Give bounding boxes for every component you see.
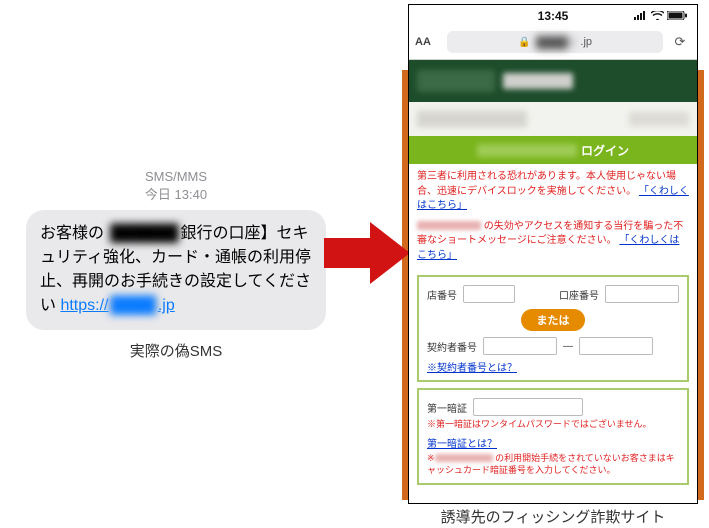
site-logo-blurred xyxy=(417,70,495,92)
input-contract-number-2[interactable] xyxy=(579,337,653,355)
store-account-row: 店番号 口座番号 xyxy=(427,285,679,303)
warning-2: の失効やアクセスを通知する当行を騙った不審なショートメッセージにご注意ください。… xyxy=(417,220,689,264)
phone-caption: 誘導先のフィッシング詐欺サイト xyxy=(408,506,698,527)
input-contract-number-1[interactable] xyxy=(483,337,557,355)
warning-2-blurred xyxy=(417,221,481,230)
sms-body-prefix: お客様の xyxy=(40,225,108,242)
phone-mockup: 13:45 AA 🔒 ████ .jp ⟳ xyxy=(408,4,698,504)
status-bar: 13:45 xyxy=(409,5,697,27)
label-first-pin: 第一暗証 xyxy=(427,400,467,415)
input-account-number[interactable] xyxy=(605,285,679,303)
login-title-blurred xyxy=(477,144,577,157)
sms-meta-time: 今日 13:40 xyxy=(145,187,207,202)
wifi-icon xyxy=(651,9,664,23)
url-pill[interactable]: 🔒 ████ .jp xyxy=(447,31,663,53)
contract-dash: — xyxy=(563,341,573,352)
input-store-number[interactable] xyxy=(463,285,515,303)
warning-1-text: 第三者に利用される恐れがあります。本人使用じゃない場合、迅速にデバイスロックを実… xyxy=(417,171,676,197)
site-subheader xyxy=(409,102,697,136)
battery-icon xyxy=(667,9,687,23)
decorative-bar-right xyxy=(698,70,704,500)
help-contract-number[interactable]: ※契約者番号とは？ xyxy=(427,359,517,374)
subheader-right-blurred xyxy=(629,112,689,126)
warning-area: 第三者に利用される恐れがあります。本人使用じゃない場合、迅速にデバイスロックを実… xyxy=(409,164,697,271)
sms-body-blurred: ██████ xyxy=(108,225,180,242)
browser-url-bar: AA 🔒 ████ .jp ⟳ xyxy=(409,27,697,60)
sms-link-suffix: .jp xyxy=(158,297,175,314)
help-first-pin[interactable]: 第一暗証とは？ xyxy=(427,435,497,450)
label-account-number: 口座番号 xyxy=(559,287,599,302)
pin-note-1: ※第一暗証はワンタイムパスワードではございません。 xyxy=(427,418,679,431)
url-domain-suffix: .jp xyxy=(580,36,592,48)
input-first-pin[interactable] xyxy=(473,398,583,416)
login-panel-1: 店番号 口座番号 または 契約者番号 — ※契約者番号とは？ xyxy=(417,275,689,382)
sms-phishing-link[interactable]: https://████.jp xyxy=(60,297,174,314)
warning-1: 第三者に利用される恐れがあります。本人使用じゃない場合、迅速にデバイスロックを実… xyxy=(417,170,689,214)
login-title-bar: ログイン xyxy=(409,136,697,164)
site-header xyxy=(409,60,697,102)
lock-icon: 🔒 xyxy=(518,37,530,48)
signal-icon xyxy=(634,9,648,23)
sms-caption: 実際の偽SMS xyxy=(26,340,326,361)
sms-meta: SMS/MMS 今日 13:40 xyxy=(26,168,326,204)
subheader-left-blurred xyxy=(417,111,527,127)
label-contract-number: 契約者番号 xyxy=(427,339,477,354)
label-store-number: 店番号 xyxy=(427,287,457,302)
sms-link-prefix: https:// xyxy=(60,297,108,314)
pin-row: 第一暗証 xyxy=(427,398,679,416)
pin-note-2: ※ の利用開始手続をされていないお客さまはキャッシュカード暗証番号を入力してくだ… xyxy=(427,452,679,477)
reload-icon[interactable]: ⟳ xyxy=(669,34,691,50)
contract-row: 契約者番号 — xyxy=(427,337,679,355)
figure: SMS/MMS 今日 13:40 お客様の ██████銀行の口座】セキュリティ… xyxy=(0,0,709,528)
sms-block: SMS/MMS 今日 13:40 お客様の ██████銀行の口座】セキュリティ… xyxy=(26,168,326,361)
sms-meta-type: SMS/MMS xyxy=(145,169,207,184)
status-indicators xyxy=(627,9,687,23)
sms-link-blurred: ████ xyxy=(108,297,157,314)
url-domain-blurred: ████ xyxy=(534,37,576,47)
sms-bubble: お客様の ██████銀行の口座】セキュリティ強化、カード・通帳の利用停止、再開… xyxy=(26,210,326,330)
or-divider: または xyxy=(521,309,585,331)
arrow-icon xyxy=(324,222,410,284)
site-brand-blurred xyxy=(503,73,573,89)
pin-note-2-blurred xyxy=(435,454,493,462)
text-size-icon[interactable]: AA xyxy=(415,36,441,48)
status-time: 13:45 xyxy=(479,9,627,23)
login-title-text: ログイン xyxy=(581,142,629,159)
login-panel-2: 第一暗証 ※第一暗証はワンタイムパスワードではございません。 第一暗証とは？ ※… xyxy=(417,388,689,485)
